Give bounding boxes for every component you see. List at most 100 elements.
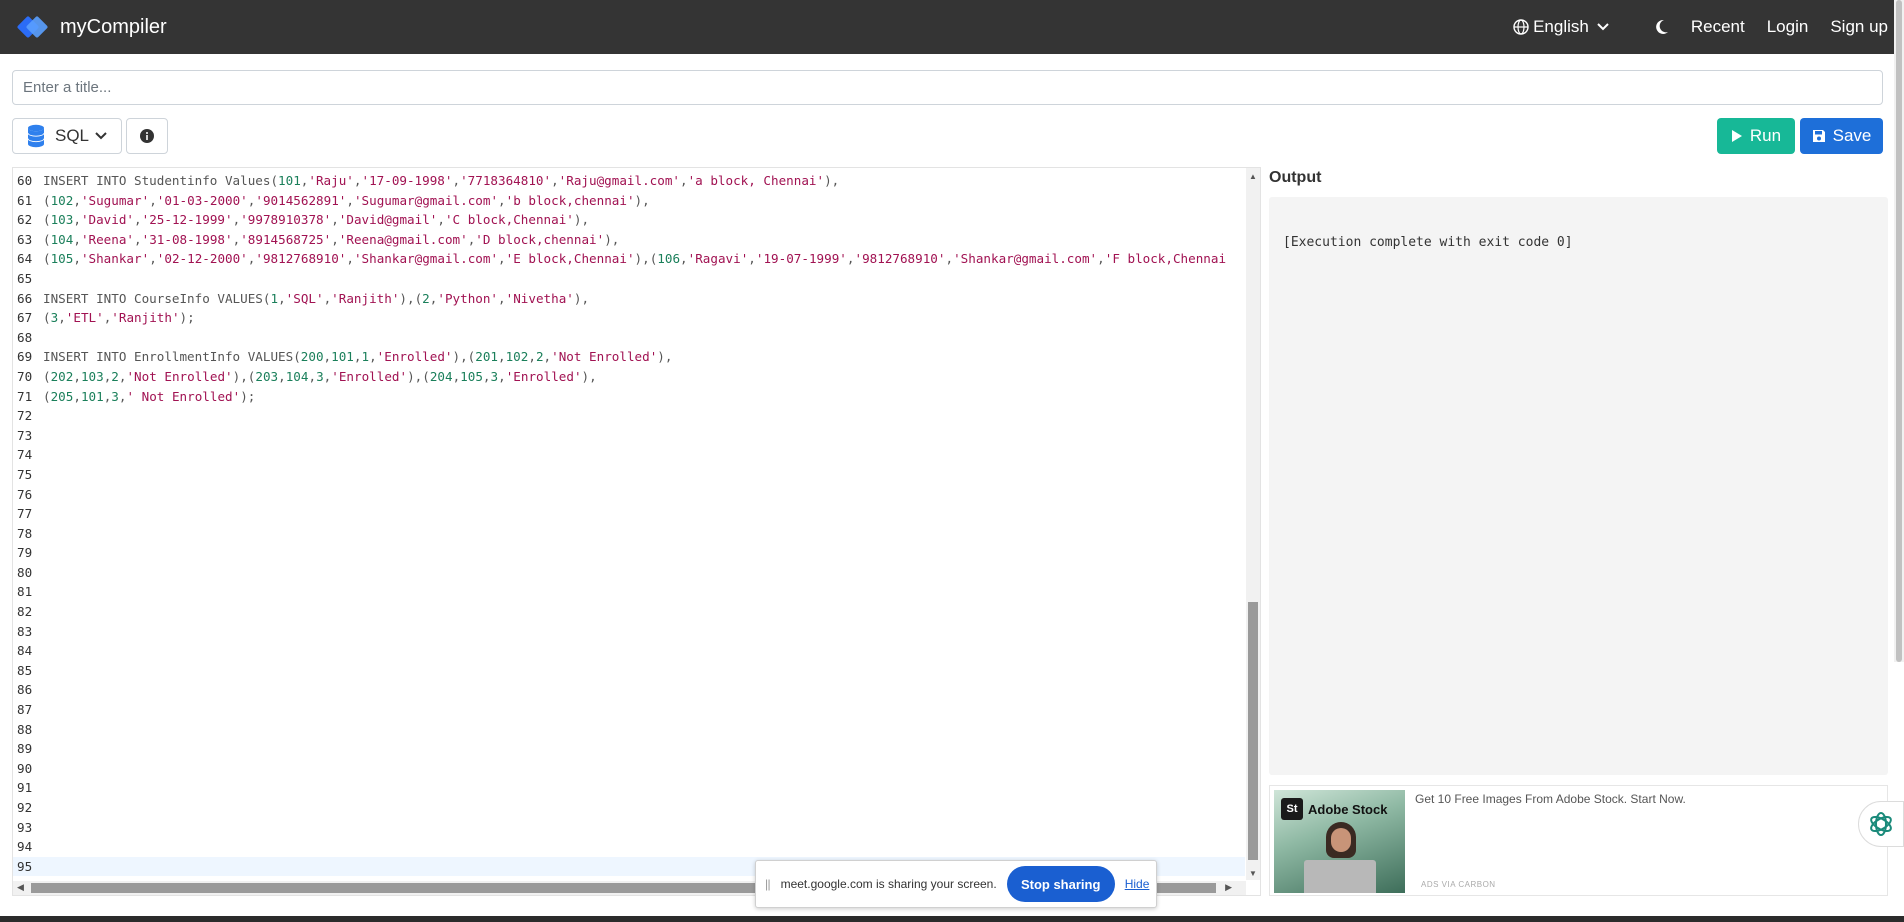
code-line[interactable]: 74 [13,445,1245,465]
code-line[interactable]: 84 [13,641,1245,661]
brand-name: myCompiler [60,15,167,38]
line-number: 69 [17,349,33,365]
ad-text[interactable]: Get 10 Free Images From Adobe Stock. Sta… [1415,792,1686,806]
code-line[interactable]: 60 INSERT INTO Studentinfo Values(101,'Ra… [13,171,1245,191]
line-number: 67 [17,310,33,326]
editor-vertical-scrollbar[interactable]: ▲ ▼ [1246,168,1260,880]
line-number: 80 [17,564,33,580]
scrollbar-thumb[interactable] [1248,602,1258,860]
scroll-right-icon[interactable]: ▶ [1225,882,1232,893]
code-line[interactable]: 62 (103,'David','25-12-1999','9978910378'… [13,210,1245,230]
globe-icon [1513,19,1533,35]
ai-assistant-button[interactable] [1858,801,1904,847]
code-line[interactable]: 70 (202,103,2,'Not Enrolled'),(203,104,3,… [13,367,1245,387]
line-content[interactable]: (103,'David','25-12-1999','9978910378','… [43,210,589,230]
line-content[interactable]: INSERT INTO CourseInfo VALUES(1,'SQL','R… [43,289,589,309]
code-line[interactable]: 75 [13,465,1245,485]
title-input[interactable] [12,70,1883,105]
language-select[interactable]: SQL [12,118,122,154]
code-line[interactable]: 91 [13,778,1245,798]
code-line[interactable]: 78 [13,524,1245,544]
taskbar [0,916,1904,922]
line-content[interactable]: INSERT INTO EnrollmentInfo VALUES(200,10… [43,347,672,367]
code-line[interactable]: 76 [13,485,1245,505]
scroll-down-icon[interactable]: ▼ [1249,869,1257,878]
code-line[interactable]: 61 (102,'Sugumar','01-03-2000','901456289… [13,191,1245,211]
code-line[interactable]: 90 [13,759,1245,779]
brand[interactable]: myCompiler [16,14,167,40]
code-line[interactable]: 94 [13,837,1245,857]
output-panel: [Execution complete with exit code 0] [1269,197,1888,775]
code-line[interactable]: 81 [13,582,1245,602]
nav-link-recent[interactable]: Recent [1691,17,1745,37]
line-content[interactable]: (104,'Reena','31-08-1998','8914568725','… [43,230,619,250]
line-number: 70 [17,368,33,384]
line-number: 76 [17,486,33,502]
ad-banner[interactable]: St Adobe Stock Get 10 Free Images From A… [1269,785,1888,896]
language-dropdown[interactable]: English [1513,17,1613,37]
ad-carbon-label[interactable]: ADS VIA CARBON [1421,880,1496,889]
line-content[interactable]: (202,103,2,'Not Enrolled'),(203,104,3,'E… [43,367,597,387]
navbar: myCompiler English Recent Login Sign up [0,0,1904,54]
line-number: 62 [17,212,33,228]
line-number: 94 [17,839,33,855]
info-button[interactable] [126,118,168,154]
code-line[interactable]: 69 INSERT INTO EnrollmentInfo VALUES(200,… [13,347,1245,367]
code-line[interactable]: 73 [13,426,1245,446]
scrollbar-thumb[interactable] [1896,0,1902,662]
code-line[interactable]: 67 (3,'ETL','Ranjith'); [13,308,1245,328]
run-button[interactable]: Run [1717,118,1795,154]
line-number: 72 [17,408,33,424]
ai-assistant-icon [1867,810,1895,838]
adobe-stock-logo-icon: St [1281,798,1303,820]
code-line[interactable]: 80 [13,563,1245,583]
code-line[interactable]: 83 [13,622,1245,642]
code-line[interactable]: 88 [13,720,1245,740]
code-line[interactable]: 68 [13,328,1245,348]
scroll-up-icon[interactable]: ▲ [1249,172,1257,181]
code-line[interactable]: 86 [13,680,1245,700]
code-lines[interactable]: 60 INSERT INTO Studentinfo Values(101,'Ra… [13,171,1245,877]
nav-link-login[interactable]: Login [1767,17,1809,37]
line-content[interactable]: (205,101,3,' Not Enrolled'); [43,387,255,407]
ad-image[interactable]: St Adobe Stock [1274,790,1405,893]
code-line[interactable]: 66 INSERT INTO CourseInfo VALUES(1,'SQL',… [13,289,1245,309]
code-line[interactable]: 92 [13,798,1245,818]
page-scrollbar[interactable] [1894,0,1904,662]
chevron-down-icon [95,132,107,140]
chevron-down-icon [1597,23,1613,31]
line-number: 95 [17,858,33,874]
output-text: [Execution complete with exit code 0] [1283,235,1573,250]
line-content[interactable]: (3,'ETL','Ranjith'); [43,308,195,328]
code-editor[interactable]: 60 INSERT INTO Studentinfo Values(101,'Ra… [12,167,1261,896]
stop-sharing-button[interactable]: Stop sharing [1006,866,1115,902]
ad-brand: Adobe Stock [1308,801,1388,817]
code-line[interactable]: 82 [13,602,1245,622]
code-line[interactable]: 89 [13,739,1245,759]
line-content[interactable]: (102,'Sugumar','01-03-2000','9014562891'… [43,191,650,211]
code-line[interactable]: 72 [13,406,1245,426]
code-line[interactable]: 87 [13,700,1245,720]
play-icon [1731,129,1750,143]
line-content[interactable]: (105,'Shankar','02-12-2000','9812768910'… [43,249,1226,269]
hide-link[interactable]: Hide [1125,877,1150,891]
code-line[interactable]: 64 (105,'Shankar','02-12-2000','981276891… [13,249,1245,269]
code-line[interactable]: 77 [13,504,1245,524]
code-line[interactable]: 79 [13,543,1245,563]
save-button[interactable]: Save [1800,118,1883,154]
code-line[interactable]: 85 [13,661,1245,681]
line-number: 64 [17,251,33,267]
line-number: 91 [17,780,33,796]
code-line[interactable]: 71 (205,101,3,' Not Enrolled'); [13,387,1245,407]
line-content[interactable]: INSERT INTO Studentinfo Values(101,'Raju… [43,171,839,191]
line-number: 88 [17,721,33,737]
nav-link-signup[interactable]: Sign up [1830,17,1888,37]
code-line[interactable]: 93 [13,818,1245,838]
moon-icon[interactable] [1655,19,1669,35]
code-line[interactable]: 65 [13,269,1245,289]
scroll-left-icon[interactable]: ◀ [17,882,24,893]
line-number: 77 [17,506,33,522]
drag-handle-icon[interactable]: | | [765,877,770,891]
code-line[interactable]: 63 (104,'Reena','31-08-1998','8914568725'… [13,230,1245,250]
line-number: 61 [17,192,33,208]
